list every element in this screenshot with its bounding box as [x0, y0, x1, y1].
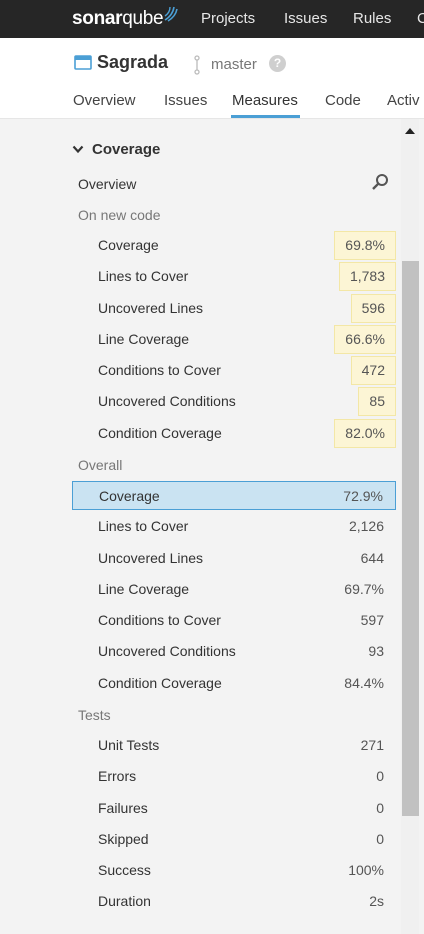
nav-rules[interactable]: Rules [353, 0, 391, 38]
measure-item[interactable]: Condition Coverage 84.4% [72, 669, 396, 698]
overview-link[interactable]: Overview [78, 176, 136, 192]
measure-label: Failures [98, 800, 148, 816]
measure-label: Conditions to Cover [98, 362, 221, 378]
measure-item[interactable]: Condition Coverage 82.0% [72, 419, 396, 448]
nav-truncated[interactable]: C [417, 0, 424, 38]
sonarqube-logo[interactable]: sonarqube [72, 6, 179, 32]
measure-label: Uncovered Lines [98, 300, 204, 316]
measure-label: Lines to Cover [98, 268, 189, 284]
project-name[interactable]: Sagrada [97, 52, 168, 73]
nav-projects[interactable]: Projects [201, 0, 255, 38]
logo-text-bold: sonar [72, 8, 123, 29]
measure-item[interactable]: Line Coverage 66.6% [72, 325, 396, 354]
measure-label: Line Coverage [98, 581, 190, 597]
measure-label: Success [98, 862, 151, 878]
measure-item[interactable]: Failures 0 [72, 794, 396, 823]
measure-item[interactable]: Line Coverage 69.7% [72, 575, 396, 604]
tab-overview[interactable]: Overview [73, 92, 136, 109]
measure-item[interactable]: Coverage 69.8% [72, 231, 396, 260]
scroll-up-arrow-icon[interactable] [405, 128, 415, 134]
measure-label: Duration [98, 893, 151, 909]
measure-label: Uncovered Lines [98, 550, 204, 566]
new-code-value: 85 [358, 387, 396, 416]
tab-code[interactable]: Code [325, 92, 361, 109]
domain-toggle[interactable]: Coverage [72, 141, 160, 158]
measure-label: Skipped [98, 831, 149, 847]
measure-item[interactable]: Skipped 0 [72, 825, 396, 854]
project-icon [74, 55, 92, 70]
measure-item[interactable]: Lines to Cover 2,126 [72, 512, 396, 541]
new-code-value: 1,783 [338, 262, 396, 291]
measure-value: 72.9% [343, 488, 383, 504]
measure-item[interactable]: Duration 2s [72, 887, 396, 916]
measure-value: 0 [376, 831, 384, 847]
measure-label: Condition Coverage [98, 675, 222, 691]
measure-item[interactable]: Errors 0 [72, 762, 396, 791]
active-tab-indicator [231, 115, 300, 118]
group-overall: Overall [78, 457, 123, 473]
measure-value: 2s [369, 893, 384, 909]
group-tests: Tests [78, 707, 111, 723]
new-code-value: 472 [350, 356, 396, 385]
nav-issues[interactable]: Issues [284, 0, 327, 38]
measure-value: 0 [376, 800, 384, 816]
new-code-value: 69.8% [334, 231, 396, 260]
measure-item[interactable]: Uncovered Conditions 85 [72, 387, 396, 416]
measure-item[interactable]: Lines to Cover 1,783 [72, 262, 396, 291]
branch-name[interactable]: master [211, 56, 257, 73]
group-new-code: On new code [78, 207, 161, 223]
measure-item[interactable]: Success 100% [72, 856, 396, 885]
measures-sidebar: Coverage Overview On new code Coverage 6… [0, 119, 424, 934]
measure-label: Line Coverage [98, 331, 190, 347]
measure-label: Uncovered Conditions [98, 643, 236, 659]
measure-label: Coverage [98, 237, 159, 253]
measure-item[interactable]: Uncovered Lines 596 [72, 294, 396, 323]
measure-value: 93 [368, 643, 384, 659]
tab-activity[interactable]: Activ [387, 92, 420, 109]
tab-issues[interactable]: Issues [164, 92, 207, 109]
new-code-value: 596 [350, 294, 396, 323]
measure-value: 644 [360, 550, 384, 566]
domain-title: Coverage [92, 141, 161, 158]
branch-icon [194, 55, 200, 75]
chevron-down-icon [72, 145, 84, 154]
logo-text-thin: qube [122, 8, 164, 29]
measure-value: 84.4% [344, 675, 384, 691]
new-code-value: 82.0% [334, 419, 396, 448]
sonar-waves-icon [164, 6, 179, 22]
measure-value: 69.7% [344, 581, 384, 597]
measure-label: Unit Tests [98, 737, 160, 753]
measure-label: Condition Coverage [98, 425, 222, 441]
measure-label: Conditions to Cover [98, 612, 221, 628]
top-navbar: sonarqube Projects Issues Rules C [0, 0, 424, 38]
measure-value: 597 [360, 612, 384, 628]
help-icon[interactable]: ? [269, 55, 286, 72]
measure-item[interactable]: Conditions to Cover 597 [72, 606, 396, 635]
scrollbar-thumb[interactable] [402, 261, 419, 816]
project-header: Sagrada master ? Overview Issues Measure… [0, 38, 424, 119]
measure-value: 100% [348, 862, 384, 878]
search-icon[interactable] [371, 173, 389, 191]
measure-value: 2,126 [348, 518, 384, 534]
measure-value: 271 [360, 737, 384, 753]
measure-item[interactable]: Conditions to Cover 472 [72, 356, 396, 385]
measure-label: Errors [98, 768, 137, 784]
measure-item-selected[interactable]: Coverage 72.9% [72, 481, 396, 510]
new-code-value: 66.6% [334, 325, 396, 354]
measure-value: 0 [376, 768, 384, 784]
tab-measures[interactable]: Measures [232, 92, 298, 109]
measure-item[interactable]: Uncovered Lines 644 [72, 544, 396, 573]
measure-label: Coverage [99, 488, 160, 504]
measure-item[interactable]: Uncovered Conditions 93 [72, 637, 396, 666]
measure-item[interactable]: Unit Tests 271 [72, 731, 396, 760]
measure-label: Uncovered Conditions [98, 393, 236, 409]
measure-label: Lines to Cover [98, 518, 189, 534]
